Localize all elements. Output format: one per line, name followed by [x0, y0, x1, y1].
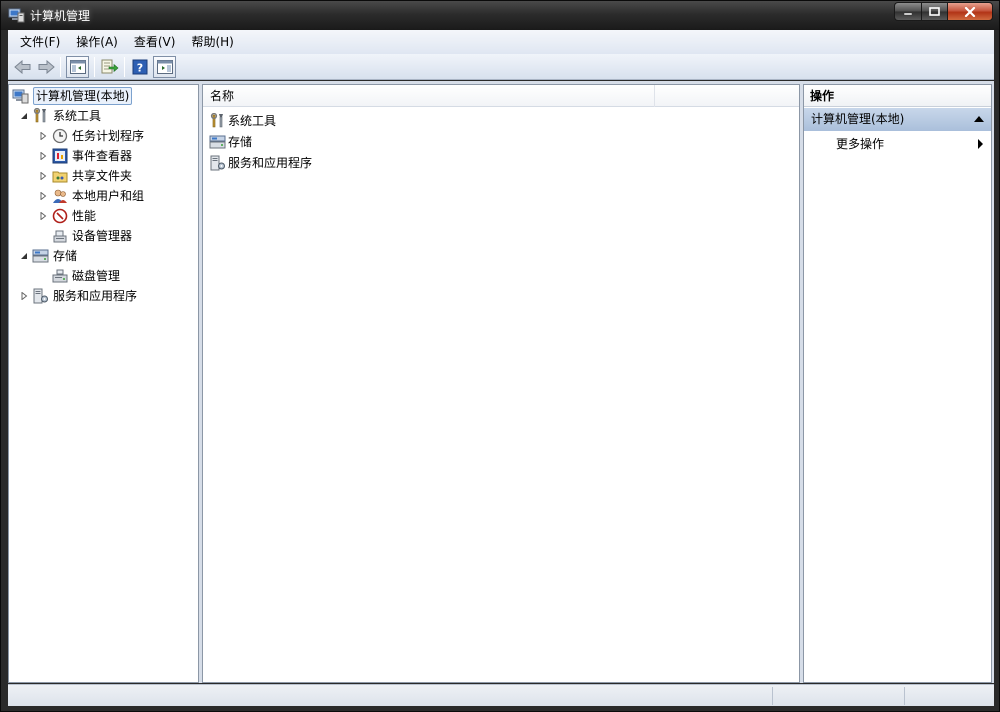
performance-icon [51, 208, 68, 224]
help-button[interactable]: ? [128, 56, 151, 78]
maximize-button[interactable] [921, 2, 947, 21]
tree-item-performance[interactable]: 性能 [38, 207, 96, 225]
tree-item-label: 共享文件夹 [72, 169, 133, 183]
tree-item-computer-management[interactable]: 计算机管理(本地) [12, 87, 133, 105]
toolbar-separator [124, 56, 125, 77]
toolbar-separator [60, 56, 61, 77]
collapsed-arrow-icon[interactable] [38, 171, 48, 181]
show-hide-action-pane-button[interactable] [153, 55, 176, 78]
tree-item-label: 性能 [72, 209, 97, 223]
list-item[interactable]: 服务和应用程序 [209, 153, 312, 173]
forward-icon [38, 59, 55, 74]
tree-item-label: 本地用户和组 [72, 189, 145, 203]
caption-buttons [894, 2, 993, 21]
tree-item-label: 事件查看器 [72, 149, 133, 163]
clock-icon [51, 128, 68, 144]
tree-item-label: 设备管理器 [72, 229, 133, 243]
tree-item-label: 系统工具 [53, 109, 102, 123]
export-list-icon [101, 59, 118, 73]
collapsed-arrow-icon[interactable] [38, 211, 48, 221]
storage-icon [32, 248, 49, 264]
more-actions-item[interactable]: 更多操作 [836, 134, 991, 154]
tree-item-shared-folders[interactable]: 共享文件夹 [38, 167, 132, 185]
list-header: 名称 [203, 85, 799, 107]
status-bar [8, 684, 994, 706]
title-bar[interactable]: 计算机管理 [1, 1, 999, 30]
device-manager-icon [51, 228, 68, 244]
column-header-empty[interactable] [655, 85, 799, 107]
actions-pane[interactable]: 操作 计算机管理(本地) 更多操作 [803, 84, 992, 683]
tree-item-task-scheduler[interactable]: 任务计划程序 [38, 127, 144, 145]
menu-file[interactable]: 文件(F) [12, 31, 68, 53]
collapsed-arrow-icon[interactable] [38, 151, 48, 161]
collapsed-arrow-icon[interactable] [19, 291, 29, 301]
close-icon [964, 6, 976, 17]
tree-item-label: 任务计划程序 [72, 129, 145, 143]
status-divider [904, 687, 905, 705]
tools-icon [209, 113, 226, 129]
services-icon [32, 288, 49, 304]
show-hide-console-tree-icon [69, 59, 86, 74]
menu-help[interactable]: 帮助(H) [183, 31, 241, 53]
submenu-arrow-icon [978, 139, 983, 149]
tools-icon [32, 108, 49, 124]
tree-item-label: 服务和应用程序 [53, 289, 138, 303]
shared-folder-icon [51, 168, 68, 184]
tree-item-label: 磁盘管理 [72, 269, 121, 283]
tree-item-disk-management[interactable]: 磁盘管理 [51, 267, 120, 285]
actions-section-label: 计算机管理(本地) [811, 112, 905, 126]
tree-item-local-users-groups[interactable]: 本地用户和组 [38, 187, 144, 205]
toolbar: ? [8, 54, 994, 80]
export-list-button[interactable] [98, 56, 121, 78]
tree-item-device-manager[interactable]: 设备管理器 [51, 227, 132, 245]
forward-button[interactable] [34, 56, 57, 78]
more-actions-label: 更多操作 [836, 137, 885, 151]
event-viewer-icon [51, 148, 68, 164]
computer-management-icon [8, 7, 25, 23]
services-icon [209, 155, 226, 171]
close-button[interactable] [947, 2, 993, 21]
list-item[interactable]: 存储 [209, 132, 252, 152]
back-button[interactable] [11, 56, 34, 78]
window: 计算机管理 文件(F) 操作(A) 查看(V) 帮助(H) ? 计算机管理(本地… [0, 0, 1000, 712]
disk-management-icon [51, 268, 68, 284]
maximize-icon [929, 7, 940, 16]
menu-bar: 文件(F) 操作(A) 查看(V) 帮助(H) [8, 30, 994, 54]
collapse-up-icon[interactable] [974, 116, 984, 122]
tree-item-label: 存储 [53, 249, 78, 263]
users-icon [51, 188, 68, 204]
window-title: 计算机管理 [30, 9, 91, 23]
tree-item-event-viewer[interactable]: 事件查看器 [38, 147, 132, 165]
list-item[interactable]: 系统工具 [209, 111, 276, 131]
expanded-arrow-icon[interactable] [19, 111, 29, 121]
minimize-icon [903, 12, 913, 15]
results-pane[interactable]: 名称 系统工具 存储 服务和应用程序 [202, 84, 800, 683]
help-icon: ? [132, 59, 147, 74]
toolbar-separator [94, 56, 95, 77]
show-hide-action-pane-icon [156, 59, 173, 74]
tree-item-label: 计算机管理(本地) [33, 87, 133, 105]
expanded-arrow-icon[interactable] [19, 251, 29, 261]
tree-item-storage[interactable]: 存储 [19, 247, 77, 265]
tree-item-services-applications[interactable]: 服务和应用程序 [19, 287, 137, 305]
console-tree-pane[interactable]: 计算机管理(本地) 系统工具 任务计划程序 事件查看器 共享文件夹 本地用户和组… [8, 84, 199, 683]
list-item-label: 存储 [228, 135, 253, 149]
collapsed-arrow-icon[interactable] [38, 191, 48, 201]
menu-view[interactable]: 查看(V) [126, 31, 184, 53]
status-divider [772, 687, 773, 705]
list-item-label: 系统工具 [228, 114, 277, 128]
svg-text:?: ? [136, 61, 142, 74]
tree-item-system-tools[interactable]: 系统工具 [19, 107, 101, 125]
actions-header: 操作 [804, 85, 991, 107]
show-hide-console-tree-button[interactable] [66, 55, 89, 78]
storage-icon [209, 134, 226, 150]
computer-icon [12, 88, 29, 104]
menu-action[interactable]: 操作(A) [68, 31, 126, 53]
back-icon [13, 59, 30, 74]
list-item-label: 服务和应用程序 [228, 156, 313, 170]
collapsed-arrow-icon[interactable] [38, 131, 48, 141]
actions-section-computer-management[interactable]: 计算机管理(本地) [804, 108, 991, 131]
column-header-name[interactable]: 名称 [203, 85, 655, 107]
minimize-button[interactable] [894, 2, 921, 21]
